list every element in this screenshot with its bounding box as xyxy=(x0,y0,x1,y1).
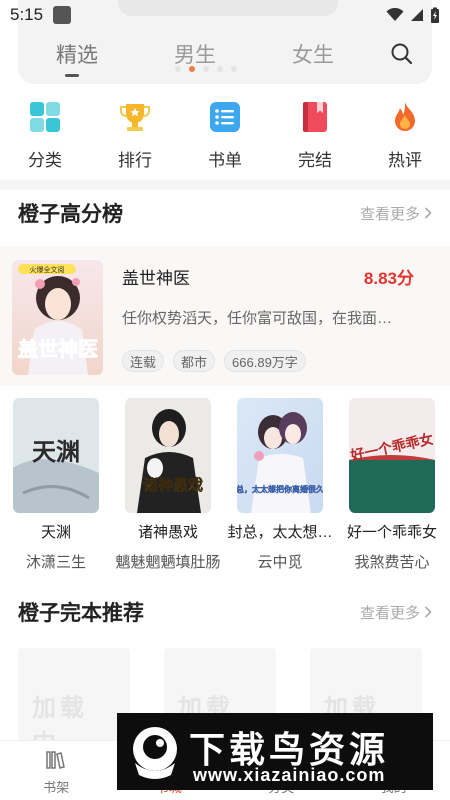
section-title: 橙子完本推荐 xyxy=(18,602,144,625)
tag-status: 连载 xyxy=(122,350,165,372)
active-tab-indicator xyxy=(65,74,79,77)
quick-nav-category[interactable]: 分类 xyxy=(0,96,90,176)
loading-placeholder: 加载中… xyxy=(18,648,130,740)
notification-icon xyxy=(53,6,72,24)
book-author: 我煞费苦心 xyxy=(354,554,430,571)
carousel-indicator xyxy=(175,66,237,72)
carousel-dot xyxy=(231,66,237,72)
book-author: 沐潇三生 xyxy=(25,554,86,571)
list-icon xyxy=(210,102,240,132)
book-finished-icon xyxy=(303,102,327,132)
search-button[interactable] xyxy=(372,42,432,66)
quick-nav-label: 书单 xyxy=(208,151,242,170)
book-description: 任你权势滔天，任你富可敌国，在我面… xyxy=(122,310,393,327)
view-more-label: 查看更多 xyxy=(359,205,420,223)
book-author: 云中觅 xyxy=(257,554,303,571)
quick-nav: 分类 排行 书单 完结 热评 xyxy=(0,96,450,176)
complete-books-header: 橙子完本推荐 查看更多 xyxy=(0,592,450,632)
quick-nav-ranking[interactable]: 排行 xyxy=(90,96,180,176)
view-more-label: 查看更多 xyxy=(359,604,420,622)
tag-word-count: 666.89万字 xyxy=(224,350,306,372)
carousel-dot xyxy=(175,66,181,72)
bird-logo-icon xyxy=(133,727,177,779)
carousel-dot xyxy=(217,66,223,72)
book-title: 盖世神医 xyxy=(122,269,190,288)
bookshelf-icon xyxy=(46,751,66,769)
nav-label: 书架 xyxy=(43,780,70,795)
quick-nav-label: 排行 xyxy=(118,151,152,170)
book-title: 封总，太太想… xyxy=(227,524,333,541)
view-more-link[interactable]: 查看更多 xyxy=(360,203,432,224)
tab-male[interactable]: 男生 xyxy=(136,39,254,69)
cover-title: 诸神愚戏 xyxy=(143,476,203,494)
quick-nav-finished[interactable]: 完结 xyxy=(270,96,360,176)
cover-title: 封总，太太想把你离婚很久了 xyxy=(237,484,323,494)
high-score-header: 橙子高分榜 查看更多 xyxy=(0,193,450,233)
section-title: 橙子高分榜 xyxy=(18,203,123,226)
trophy-icon xyxy=(120,104,150,131)
tag-genre: 都市 xyxy=(173,350,216,372)
status-time: 5:15 xyxy=(10,5,44,24)
cover-badge: 火爆全文阅 xyxy=(30,265,65,274)
nav-bookshelf[interactable]: 书架 xyxy=(0,741,113,800)
quick-nav-label: 热评 xyxy=(388,151,422,170)
signal-icon xyxy=(411,9,423,21)
book-author: 魑魅魍魉填肚肠 xyxy=(115,554,221,571)
cover-title: 天渊 xyxy=(32,437,80,466)
book-cover: 火爆全文阅 盖世神医 xyxy=(12,260,103,375)
chevron-right-icon xyxy=(424,606,432,618)
quick-nav-label: 分类 xyxy=(28,151,62,170)
book-score: 8.83分 xyxy=(363,269,414,288)
book-card[interactable]: 好一个乖乖女 好一个乖乖女 我煞费苦心 xyxy=(336,398,448,576)
book-title: 诸神愚戏 xyxy=(137,524,198,541)
wifi-icon xyxy=(386,8,404,21)
watermark-url: www.xiazainiao.com xyxy=(193,765,386,785)
tab-female[interactable]: 女生 xyxy=(254,39,372,69)
book-title: 好一个乖乖女 xyxy=(346,524,437,541)
book-title: 天渊 xyxy=(40,524,71,541)
book-cover: 天渊 xyxy=(13,398,99,513)
flame-icon xyxy=(395,102,415,131)
status-icons xyxy=(386,7,440,24)
book-tags: 连载 都市 666.89万字 xyxy=(122,350,306,372)
carousel-dot-active xyxy=(189,66,195,72)
book-card[interactable]: 封总，太太想把你离婚很久了 封总，太太想… 云中觅 xyxy=(224,398,336,576)
book-cover: 诸神愚戏 xyxy=(125,398,211,513)
category-grid-icon xyxy=(30,102,60,132)
loading-text: 加载中… xyxy=(32,695,88,740)
battery-icon xyxy=(431,7,439,23)
chevron-right-icon xyxy=(424,207,432,219)
tab-featured[interactable]: 精选 xyxy=(18,39,136,69)
quick-nav-label: 完结 xyxy=(298,151,332,170)
cover-title: 盖世神医 xyxy=(18,337,98,361)
status-bar: 5:15 xyxy=(0,0,450,30)
view-more-link[interactable]: 查看更多 xyxy=(360,602,432,623)
book-cover: 好一个乖乖女 xyxy=(349,398,435,513)
quick-nav-booklist[interactable]: 书单 xyxy=(180,96,270,176)
section-divider xyxy=(0,180,450,190)
carousel-dot xyxy=(203,66,209,72)
search-icon xyxy=(391,43,413,65)
book-cover: 封总，太太想把你离婚很久了 xyxy=(237,398,323,513)
book-row: 天渊 天渊 沐潇三生 诸神愚戏 诸神愚戏 魑魅魍魉填肚肠 总，太太想把你离婚很久… xyxy=(0,398,450,576)
book-card[interactable]: 诸神愚戏 诸神愚戏 魑魅魍魉填肚肠 xyxy=(112,398,224,576)
quick-nav-hot-comments[interactable]: 热评 xyxy=(360,96,450,176)
featured-book[interactable]: 火爆全文阅 盖世神医 盖世神医 8.83分 任你权势滔天，任你富可敌国，在我面…… xyxy=(0,246,450,386)
book-card[interactable]: 天渊 天渊 沐潇三生 xyxy=(0,398,112,576)
watermark-banner: 下载鸟资源 www.xiazainiao.com xyxy=(117,713,433,790)
